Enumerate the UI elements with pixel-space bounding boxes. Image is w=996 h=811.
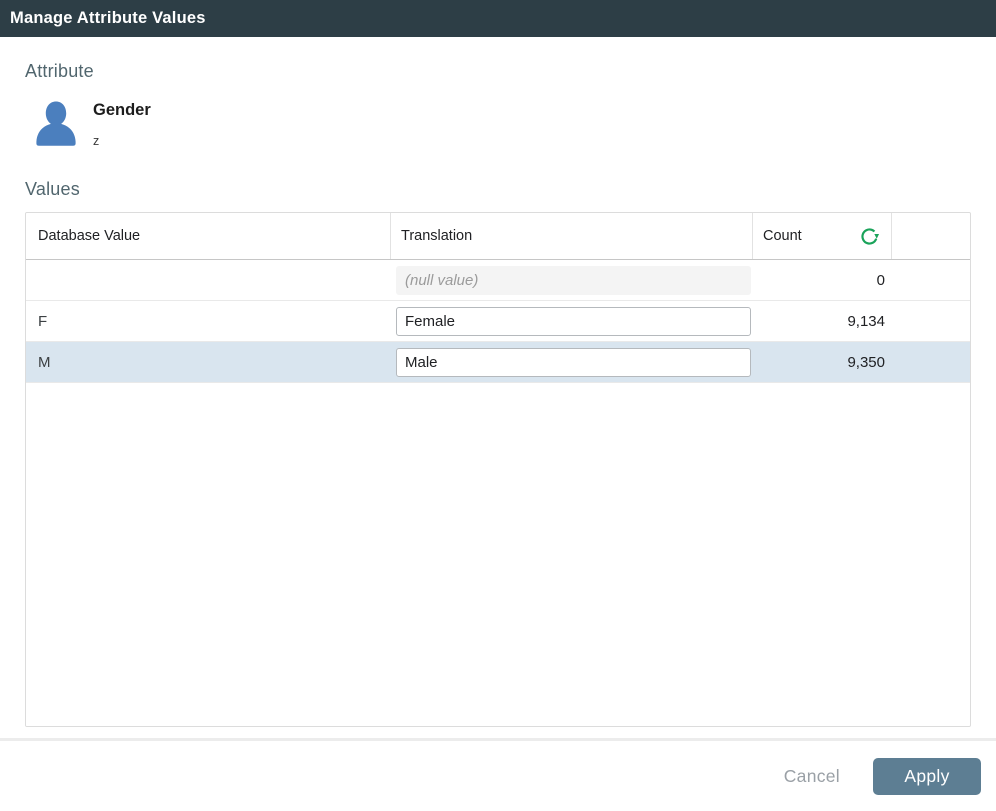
translation-input-male[interactable] [396, 348, 751, 377]
table-row-f[interactable]: F 9,134 [26, 301, 970, 342]
translation-input-female[interactable] [396, 307, 751, 336]
count-cell: 9,134 [752, 313, 891, 330]
apply-button[interactable]: Apply [873, 758, 981, 795]
cancel-button[interactable]: Cancel [784, 766, 840, 787]
column-header-database-value: Database Value [26, 213, 390, 259]
translation-input-null [396, 266, 751, 295]
translation-cell [390, 266, 752, 295]
table-row-m[interactable]: M 9,350 [26, 342, 970, 383]
values-table-header: Database Value Translation Count [26, 213, 970, 260]
table-row-null[interactable]: 0 [26, 260, 970, 301]
dialog-titlebar: Manage Attribute Values [0, 0, 996, 37]
refresh-icon [859, 226, 880, 247]
database-value-cell: F [26, 313, 390, 330]
database-value-cell: M [26, 354, 390, 371]
attribute-section-label: Attribute [25, 61, 94, 82]
translation-cell [390, 307, 752, 336]
dialog-title: Manage Attribute Values [10, 9, 206, 28]
column-header-actions [891, 213, 970, 259]
values-table: Database Value Translation Count 0 [25, 212, 971, 727]
count-cell: 0 [752, 272, 891, 289]
count-cell: 9,350 [752, 354, 891, 371]
manage-attribute-values-dialog: Manage Attribute Values Attribute Gender… [0, 0, 996, 811]
count-header-label: Count [763, 228, 802, 244]
attribute-name: Gender [93, 101, 151, 120]
dialog-footer: Cancel Apply [0, 741, 996, 811]
table-empty-area [26, 383, 970, 726]
refresh-counts-button[interactable] [859, 226, 880, 247]
attribute-description: z [93, 134, 99, 148]
translation-cell [390, 348, 752, 377]
column-header-count: Count [752, 213, 891, 259]
column-header-translation: Translation [390, 213, 752, 259]
values-section-label: Values [25, 179, 80, 200]
person-icon [30, 97, 82, 150]
